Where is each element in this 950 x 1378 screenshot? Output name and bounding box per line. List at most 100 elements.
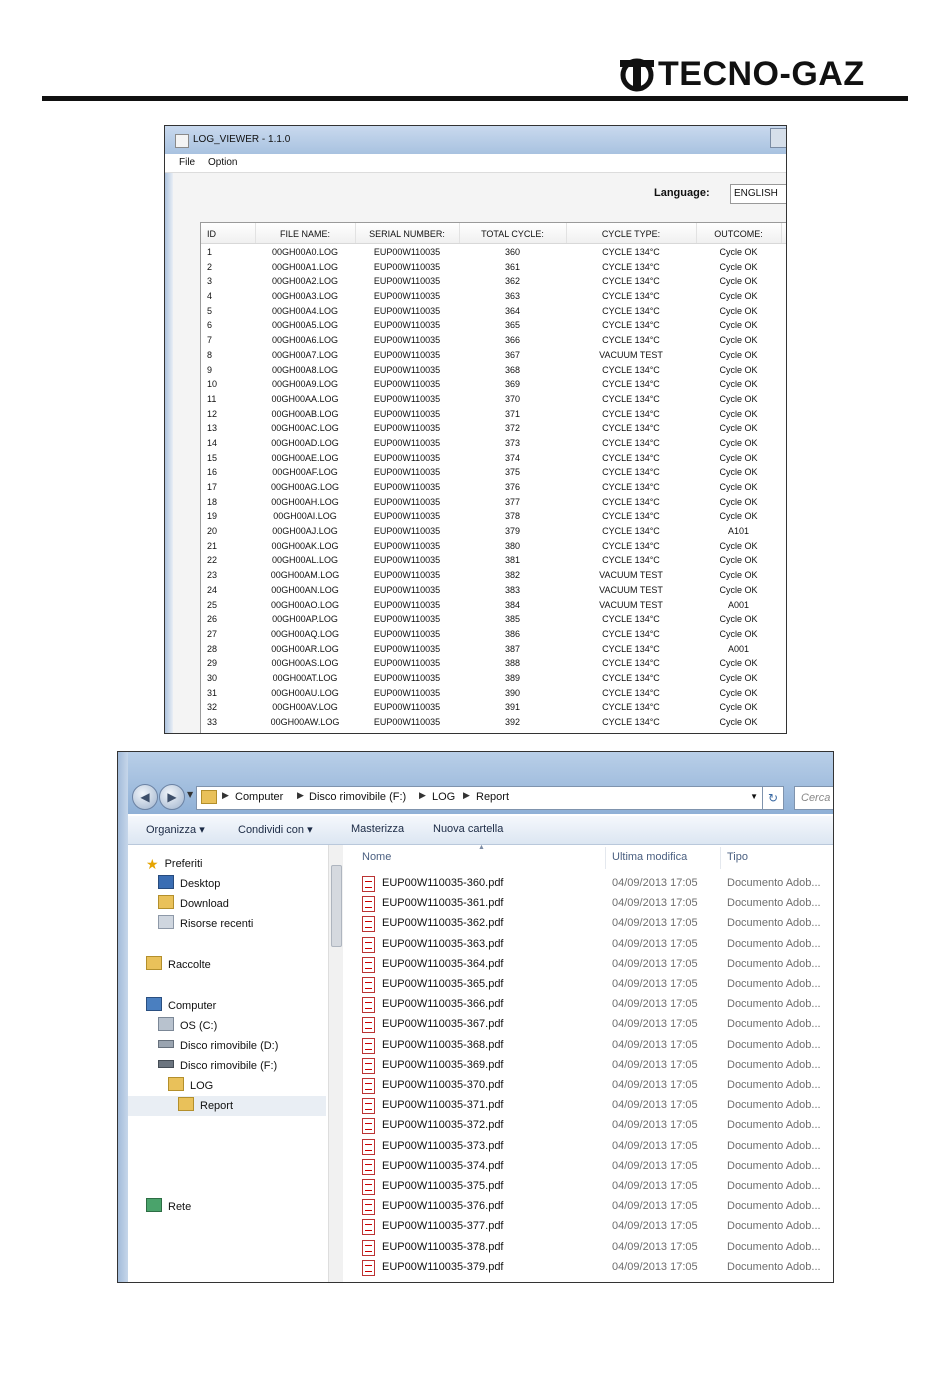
table-row[interactable]: 31 00GH00AU.LOG EUP00W110035 390 CYCLE 134°C… (201, 686, 786, 701)
nav-desktop[interactable]: Desktop (158, 875, 220, 893)
language-select[interactable]: ENGLISH (730, 184, 786, 204)
table-row[interactable]: 24 00GH00AN.LOG EUP00W110035 383 VACUUM TEST… (201, 583, 786, 598)
table-row[interactable]: 5 00GH00A4.LOG EUP00W110035 364 CYCLE 134°C C… (201, 304, 786, 319)
table-row[interactable]: 9 00GH00A8.LOG EUP00W110035 368 CYCLE 134°C C… (201, 363, 786, 378)
column-divider[interactable] (605, 847, 606, 869)
nav-computer[interactable]: Computer (146, 997, 216, 1015)
file-row[interactable]: EUP00W110035-367.pdf 04/09/2013 17:05 Docu… (344, 1014, 833, 1034)
table-row[interactable]: 6 00GH00A5.LOG EUP00W110035 365 CYCLE 134°C C… (201, 318, 786, 333)
menu-option[interactable]: Option (208, 157, 237, 168)
nav-recent[interactable]: Risorse recenti (158, 915, 253, 933)
col-total-cycle[interactable]: TOTAL CYCLE: (459, 223, 567, 243)
menu-file[interactable]: File (179, 157, 195, 168)
col-cycle-type[interactable]: CYCLE TYPE: (566, 223, 697, 243)
table-row[interactable]: 27 00GH00AQ.LOG EUP00W110035 386 CYCLE 134°C… (201, 627, 786, 642)
cell-cycle-type: CYCLE 134°C (602, 305, 660, 316)
table-row[interactable]: 13 00GH00AC.LOG EUP00W110035 372 CYCLE 134°C… (201, 421, 786, 436)
table-row[interactable]: 25 00GH00AO.LOG EUP00W110035 384 VACUUM TEST… (201, 598, 786, 613)
table-row[interactable]: 10 00GH00A9.LOG EUP00W110035 369 CYCLE 134°C… (201, 377, 786, 392)
nav-folder-log[interactable]: LOG (168, 1077, 213, 1095)
breadcrumb-computer[interactable]: Computer (235, 791, 283, 803)
file-row[interactable]: EUP00W110035-377.pdf 04/09/2013 17:05 Docu… (344, 1216, 833, 1236)
table-row[interactable]: 22 00GH00AL.LOG EUP00W110035 381 CYCLE 134°C… (201, 553, 786, 568)
table-row[interactable]: 14 00GH00AD.LOG EUP00W110035 373 CYCLE 134°C… (201, 436, 786, 451)
col-name[interactable]: Nome (362, 851, 391, 863)
col-id[interactable]: ID (201, 223, 256, 243)
table-row[interactable]: 32 00GH00AV.LOG EUP00W110035 391 CYCLE 134°C… (201, 700, 786, 715)
table-row[interactable]: 12 00GH00AB.LOG EUP00W110035 371 CYCLE 134°C… (201, 407, 786, 422)
nav-folder-report[interactable]: Report (178, 1097, 233, 1115)
file-row[interactable]: EUP00W110035-373.pdf 04/09/2013 17:05 Docu… (344, 1136, 833, 1156)
nav-drive-d[interactable]: Disco rimovibile (D:) (158, 1037, 278, 1055)
col-type[interactable]: Tipo (727, 851, 748, 863)
nav-favorites[interactable]: ★ Preferiti (146, 855, 202, 873)
refresh-icon[interactable]: ↻ (762, 786, 784, 810)
breadcrumb-report[interactable]: Report (476, 791, 509, 803)
table-row[interactable]: 18 00GH00AH.LOG EUP00W110035 377 CYCLE 134°C… (201, 495, 786, 510)
file-row[interactable]: EUP00W110035-376.pdf 04/09/2013 17:05 Docu… (344, 1196, 833, 1216)
table-row[interactable]: 4 00GH00A3.LOG EUP00W110035 363 CYCLE 134°C C… (201, 289, 786, 304)
nav-network[interactable]: Rete (146, 1198, 191, 1216)
search-input[interactable]: Cerca (794, 786, 833, 810)
table-row[interactable]: 30 00GH00AT.LOG EUP00W110035 389 CYCLE 134°C… (201, 671, 786, 686)
table-row[interactable]: 20 00GH00AJ.LOG EUP00W110035 379 CYCLE 134°C… (201, 524, 786, 539)
file-row[interactable]: EUP00W110035-366.pdf 04/09/2013 17:05 Docu… (344, 994, 833, 1014)
table-row[interactable]: 29 00GH00AS.LOG EUP00W110035 388 CYCLE 134°C… (201, 656, 786, 671)
file-row[interactable]: EUP00W110035-375.pdf 04/09/2013 17:05 Docu… (344, 1176, 833, 1196)
nav-drive-f[interactable]: Disco rimovibile (F:) (158, 1057, 277, 1075)
file-row[interactable]: EUP00W110035-363.pdf 04/09/2013 17:05 Docu… (344, 934, 833, 954)
table-row[interactable]: 33 00GH00AW.LOG EUP00W110035 392 CYCLE 134°C… (201, 715, 786, 730)
table-row[interactable]: 17 00GH00AG.LOG EUP00W110035 376 CYCLE 134°C… (201, 480, 786, 495)
breadcrumb-log[interactable]: LOG (432, 791, 455, 803)
file-row[interactable]: EUP00W110035-369.pdf 04/09/2013 17:05 Docu… (344, 1055, 833, 1075)
new-folder-button[interactable]: Nuova cartella (433, 823, 503, 835)
col-file-name[interactable]: FILE NAME: (255, 223, 356, 243)
table-row[interactable]: 21 00GH00AK.LOG EUP00W110035 380 CYCLE 134°C… (201, 539, 786, 554)
table-row[interactable]: 1 00GH00A0.LOG EUP00W110035 360 CYCLE 134°C C… (201, 245, 786, 260)
col-outcome[interactable]: OUTCOME: (696, 223, 782, 243)
file-row[interactable]: EUP00W110035-361.pdf 04/09/2013 17:05 Docu… (344, 893, 833, 913)
nav-download[interactable]: Download (158, 895, 229, 913)
file-row[interactable]: EUP00W110035-364.pdf 04/09/2013 17:05 Docu… (344, 954, 833, 974)
table-row[interactable]: 2 00GH00A1.LOG EUP00W110035 361 CYCLE 134°C C… (201, 260, 786, 275)
table-row[interactable]: 8 00GH00A7.LOG EUP00W110035 367 VACUUM TEST C… (201, 348, 786, 363)
file-row[interactable]: EUP00W110035-368.pdf 04/09/2013 17:05 Docu… (344, 1035, 833, 1055)
file-row[interactable]: EUP00W110035-365.pdf 04/09/2013 17:05 Docu… (344, 974, 833, 994)
file-row[interactable]: EUP00W110035-360.pdf 04/09/2013 17:05 Docu… (344, 873, 833, 893)
table-row[interactable]: 26 00GH00AP.LOG EUP00W110035 385 CYCLE 134°C… (201, 612, 786, 627)
breadcrumb-drive-f[interactable]: Disco rimovibile (F:) (309, 791, 406, 803)
share-button[interactable]: Condividi con ▾ (238, 823, 313, 836)
table-row[interactable]: 7 00GH00A6.LOG EUP00W110035 366 CYCLE 134°C C… (201, 333, 786, 348)
table-row[interactable]: 11 00GH00AA.LOG EUP00W110035 370 CYCLE 134°C… (201, 392, 786, 407)
table-row[interactable]: 19 00GH00AI.LOG EUP00W110035 378 CYCLE 134°C… (201, 509, 786, 524)
col-serial-number[interactable]: SERIAL NUMBER: (355, 223, 460, 243)
table-row[interactable]: 16 00GH00AF.LOG EUP00W110035 375 CYCLE 134°C… (201, 465, 786, 480)
file-row[interactable]: EUP00W110035-362.pdf 04/09/2013 17:05 Docu… (344, 913, 833, 933)
nav-scrollbar[interactable] (328, 845, 343, 1282)
col-modified[interactable]: Ultima modifica (612, 851, 687, 863)
forward-arrow-icon[interactable]: ▶ (159, 784, 185, 810)
address-bar[interactable]: ▶ Computer ▶ Disco rimovibile (F:) ▶ LOG… (196, 786, 763, 810)
file-row[interactable]: EUP00W110035-379.pdf 04/09/2013 17:05 Docu… (344, 1257, 833, 1277)
file-row[interactable]: EUP00W110035-378.pdf 04/09/2013 17:05 Docu… (344, 1237, 833, 1257)
scrollbar-thumb[interactable] (331, 865, 342, 947)
nav-libraries[interactable]: Raccolte (146, 956, 211, 974)
back-arrow-icon[interactable]: ◀ (132, 784, 158, 810)
table-row[interactable]: 23 00GH00AM.LOG EUP00W110035 382 VACUUM TEST… (201, 568, 786, 583)
minimize-icon[interactable] (770, 128, 786, 148)
file-row[interactable]: EUP00W110035-372.pdf 04/09/2013 17:05 Docu… (344, 1115, 833, 1135)
burn-button[interactable]: Masterizza (351, 823, 404, 835)
file-row[interactable]: EUP00W110035-371.pdf 04/09/2013 17:05 Docu… (344, 1095, 833, 1115)
cell-id: 2 (207, 261, 213, 272)
table-row[interactable]: 15 00GH00AE.LOG EUP00W110035 374 CYCLE 134°C… (201, 451, 786, 466)
file-row[interactable]: EUP00W110035-370.pdf 04/09/2013 17:05 Docu… (344, 1075, 833, 1095)
column-divider[interactable] (720, 847, 721, 869)
log-viewer-titlebar[interactable]: LOG_VIEWER - 1.1.0 (165, 126, 786, 155)
table-row[interactable]: 3 00GH00A2.LOG EUP00W110035 362 CYCLE 134°C C… (201, 274, 786, 289)
file-row[interactable]: EUP00W110035-374.pdf 04/09/2013 17:05 Docu… (344, 1156, 833, 1176)
address-dropdown-icon[interactable]: ▼ (750, 792, 758, 801)
history-dropdown-icon[interactable]: ▼ (187, 790, 193, 799)
organize-button[interactable]: Organizza ▾ (146, 823, 205, 836)
table-row[interactable]: 28 00GH00AR.LOG EUP00W110035 387 CYCLE 134°C… (201, 642, 786, 657)
nav-drive-c[interactable]: OS (C:) (158, 1017, 217, 1035)
